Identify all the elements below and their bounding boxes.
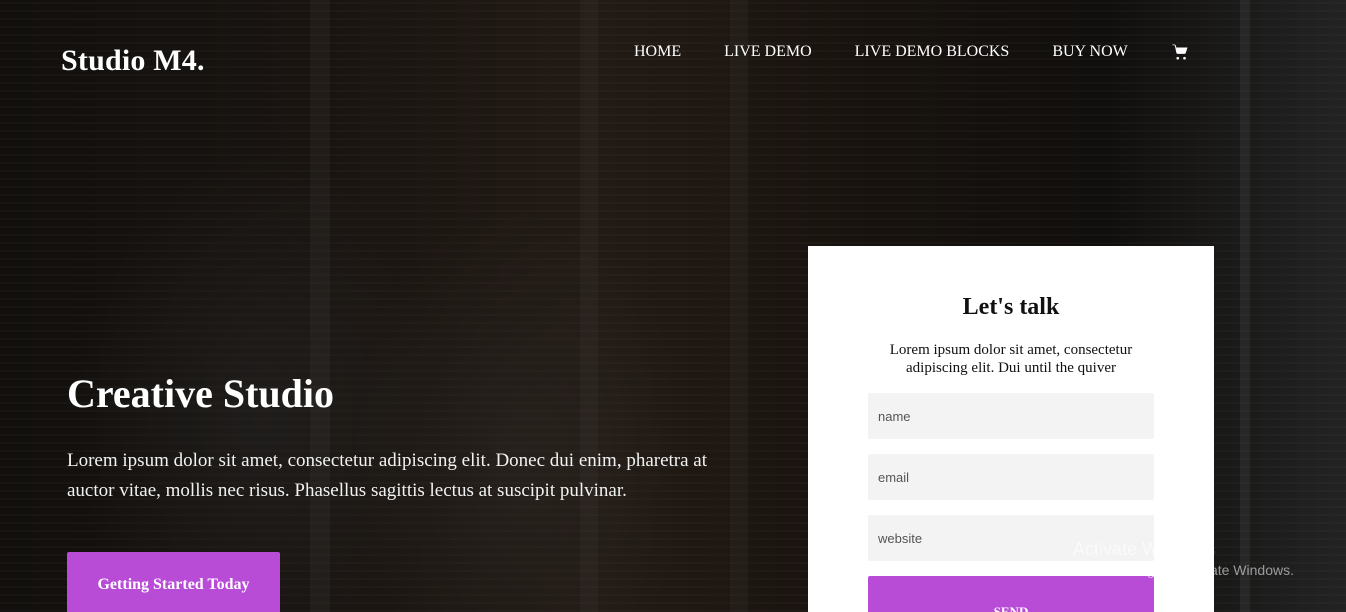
form-description: Lorem ipsum dolor sit amet, consectetur … (889, 342, 1133, 376)
hero-description: Lorem ipsum dolor sit amet, consectetur … (67, 450, 708, 501)
hero-content: Studio M4. HOME LIVE DEMO LIVE DEMO BLOC… (0, 0, 1346, 612)
email-field[interactable] (868, 454, 1154, 500)
windows-activation-watermark: Activate Windows Go to Settings to activ… (1073, 538, 1294, 580)
hero-title: Creative Studio (67, 371, 335, 416)
getting-started-button[interactable]: Getting Started Today (67, 552, 280, 612)
name-field[interactable] (868, 393, 1154, 439)
brand-logo[interactable]: Studio M4. (61, 44, 205, 78)
hero-section: Studio M4. HOME LIVE DEMO LIVE DEMO BLOC… (0, 0, 1346, 612)
form-title: Let's talk (962, 294, 1060, 320)
send-button[interactable]: SEND (868, 576, 1154, 612)
watermark-subtitle: Go to Settings to activate Windows. (1073, 562, 1294, 578)
nav-buy-now[interactable]: BUY NOW (1052, 43, 1127, 61)
nav-home[interactable]: HOME (634, 43, 681, 61)
nav-live-demo-blocks[interactable]: LIVE DEMO BLOCKS (855, 43, 1010, 61)
main-nav: HOME LIVE DEMO LIVE DEMO BLOCKS BUY NOW (634, 43, 1189, 61)
watermark-title: Activate Windows (1073, 539, 1216, 559)
nav-live-demo[interactable]: LIVE DEMO (724, 43, 812, 61)
shopping-cart-icon[interactable] (1171, 43, 1189, 61)
hero-text: Creative Studio Lorem ipsum dolor sit am… (67, 370, 747, 506)
